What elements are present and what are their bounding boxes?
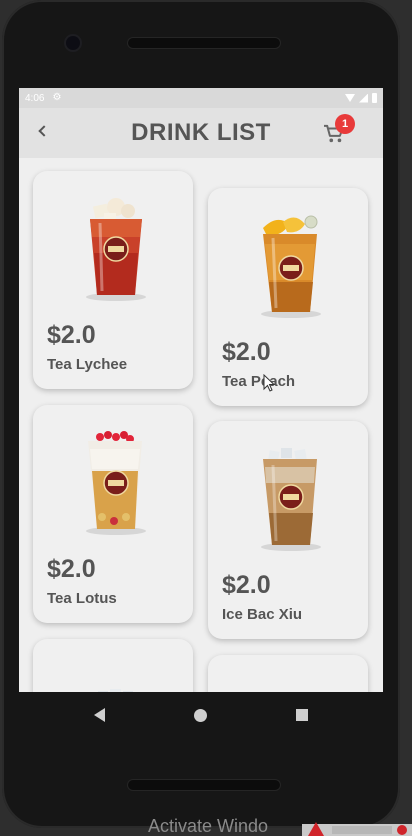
front-camera xyxy=(66,36,80,50)
back-button[interactable] xyxy=(33,120,51,142)
emulator-window: 4:06 ⚙ DRINK LIST 1 $2.0 Tea Lychee $2.0… xyxy=(0,0,412,836)
drink-image xyxy=(253,677,325,692)
nav-home-icon[interactable] xyxy=(193,708,207,722)
drink-card-partial[interactable] xyxy=(33,639,193,692)
drink-card-partial[interactable] xyxy=(208,655,368,692)
status-time: 4:06 xyxy=(25,92,45,104)
drink-grid: $2.0 Tea Lychee $2.0 Tea Peach $2.0 Tea … xyxy=(19,158,383,692)
drink-name: Tea Lychee xyxy=(47,356,128,373)
app-screen: 4:06 ⚙ DRINK LIST 1 $2.0 Tea Lychee $2.0… xyxy=(19,88,383,692)
page-title: DRINK LIST xyxy=(131,119,271,146)
bottom-speaker xyxy=(128,780,280,790)
app-bar: DRINK LIST 1 xyxy=(19,108,383,158)
drink-price: $2.0 xyxy=(47,321,96,349)
top-speaker xyxy=(128,38,280,48)
drink-image xyxy=(86,431,146,535)
drink-image xyxy=(98,689,133,692)
signal-icon xyxy=(359,93,368,103)
nav-recent-apps-icon[interactable] xyxy=(296,709,309,721)
status-bar: 4:06 ⚙ xyxy=(19,88,383,108)
activate-windows-watermark: Activate Windo xyxy=(148,816,269,836)
mouse-cursor-icon xyxy=(263,374,276,392)
drink-image xyxy=(261,448,321,551)
drink-name: Tea Lotus xyxy=(47,590,117,607)
drink-image xyxy=(86,198,146,301)
nav-back-icon[interactable] xyxy=(93,708,105,722)
back-arrow-icon xyxy=(37,125,50,137)
drink-card[interactable]: $2.0 Tea Lychee xyxy=(33,171,193,389)
drink-name: Tea Peach xyxy=(222,373,296,390)
drink-card[interactable]: $2.0 Tea Lotus xyxy=(33,405,193,623)
drink-price: $2.0 xyxy=(47,555,96,583)
cart-count-badge: 1 xyxy=(335,114,355,134)
settings-icon: ⚙ xyxy=(52,92,62,103)
wifi-icon xyxy=(345,94,355,102)
drink-price: $2.0 xyxy=(222,571,271,599)
drink-card[interactable]: $2.0 Tea Peach xyxy=(208,188,368,406)
system-nav-bar xyxy=(19,692,383,738)
battery-icon xyxy=(372,93,377,103)
drink-card[interactable]: $2.0 Ice Bac Xiu xyxy=(208,421,368,639)
drink-image xyxy=(261,215,321,318)
corner-logo-watermark xyxy=(302,822,412,836)
drink-name: Ice Bac Xiu xyxy=(222,606,303,623)
cart-button[interactable]: 1 xyxy=(323,114,355,144)
drink-price: $2.0 xyxy=(222,338,271,366)
